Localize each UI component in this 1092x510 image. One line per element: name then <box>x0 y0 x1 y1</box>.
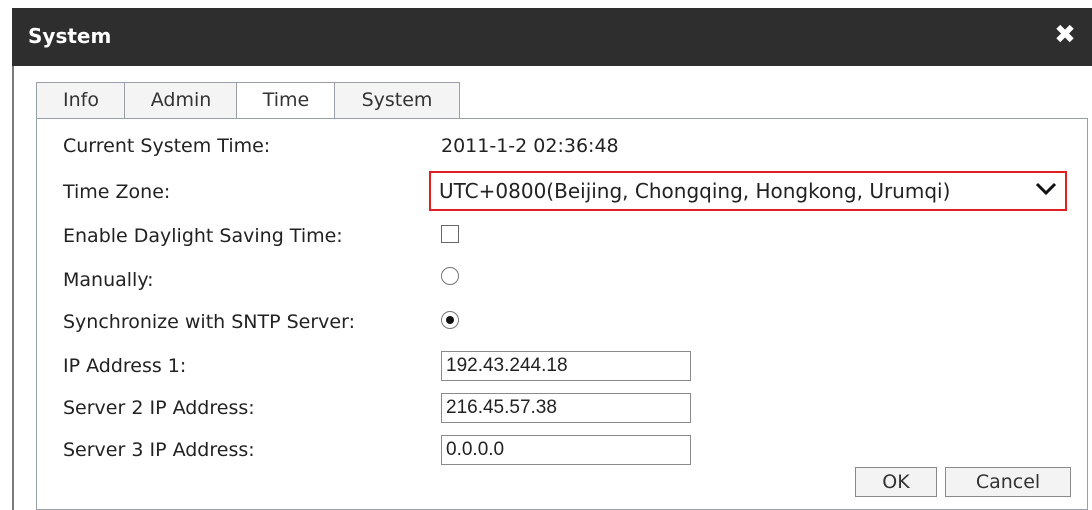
dialog-title: System <box>28 24 112 48</box>
time-settings-panel: Current System Time: 2011-1-2 02:36:48 T… <box>36 118 1088 510</box>
dst-checkbox[interactable] <box>441 225 459 243</box>
close-icon[interactable]: ✖ <box>1050 20 1080 50</box>
ip1-input[interactable] <box>441 351 691 381</box>
dialog-titlebar[interactable]: System ✖ <box>12 8 1092 66</box>
chevron-down-icon[interactable] <box>1035 181 1057 197</box>
radio-selected-dot <box>446 316 454 324</box>
dst-label: Enable Daylight Saving Time: <box>63 225 343 247</box>
tab-admin[interactable]: Admin <box>124 82 238 118</box>
manual-label: Manually: <box>63 269 154 291</box>
manual-radio[interactable] <box>441 267 459 285</box>
ip3-input[interactable] <box>441 435 691 465</box>
cancel-button[interactable]: Cancel <box>945 467 1071 497</box>
dialog-left-border <box>12 66 14 510</box>
ip2-label: Server 2 IP Address: <box>63 397 255 419</box>
current-time-label: Current System Time: <box>63 135 271 157</box>
ip2-input[interactable] <box>441 393 691 423</box>
sntp-radio[interactable] <box>441 311 459 329</box>
time-zone-select[interactable]: UTC+0800(Beijing, Chongqing, Hongkong, U… <box>429 171 1067 211</box>
current-time-value: 2011-1-2 02:36:48 <box>441 135 619 157</box>
tab-system[interactable]: System <box>334 82 460 118</box>
ip1-label: IP Address 1: <box>63 355 187 377</box>
time-zone-selected-value: UTC+0800(Beijing, Chongqing, Hongkong, U… <box>439 179 951 203</box>
ok-button[interactable]: OK <box>855 467 937 497</box>
ip3-label: Server 3 IP Address: <box>63 439 255 461</box>
system-dialog: System ✖ Info Admin Time System Current … <box>12 8 1092 510</box>
tab-info[interactable]: Info <box>36 82 126 118</box>
tab-time[interactable]: Time <box>236 82 336 120</box>
sntp-label: Synchronize with SNTP Server: <box>63 311 355 333</box>
time-zone-label: Time Zone: <box>63 181 171 203</box>
